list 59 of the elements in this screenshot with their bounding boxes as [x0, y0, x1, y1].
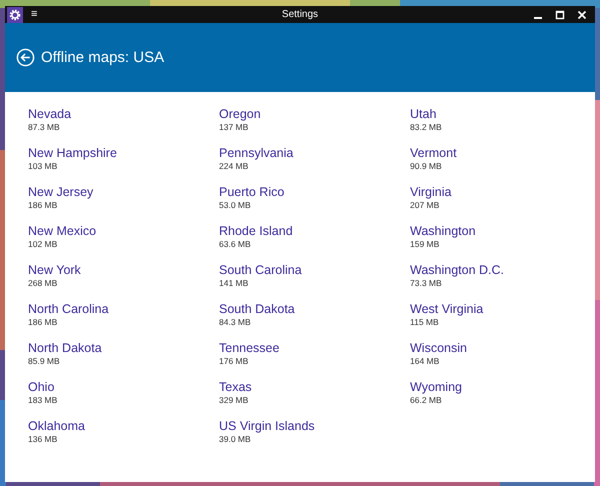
map-size: 224 MB — [219, 161, 248, 172]
map-size: 39.0 MB — [219, 434, 251, 445]
map-size: 186 MB — [28, 200, 58, 211]
map-size: 90.9 MB — [410, 161, 442, 172]
map-name-link[interactable]: New Hampshire — [28, 145, 117, 161]
maximize-icon[interactable] — [555, 10, 565, 20]
map-name-link[interactable]: Washington — [410, 223, 476, 239]
map-name-link[interactable]: Vermont — [410, 145, 457, 161]
map-size: 84.3 MB — [219, 317, 251, 328]
map-size: 53.0 MB — [219, 200, 251, 211]
map-name-link[interactable]: US Virgin Islands — [219, 418, 315, 434]
map-name-link[interactable]: Pennsylvania — [219, 145, 294, 161]
map-size: 329 MB — [219, 395, 248, 406]
map-size: 186 MB — [28, 317, 58, 328]
map-size: 85.9 MB — [28, 356, 60, 367]
map-name-link[interactable]: Oregon — [219, 106, 261, 122]
map-name-link[interactable]: North Dakota — [28, 340, 102, 356]
window-title: Settings — [280, 9, 320, 20]
map-size: 207 MB — [410, 200, 440, 211]
map-name-link[interactable]: Virginia — [410, 184, 452, 200]
map-size: 102 MB — [28, 239, 58, 250]
map-size: 164 MB — [410, 356, 440, 367]
page-title: Offline maps: USA — [41, 49, 164, 66]
map-size: 141 MB — [219, 278, 248, 289]
map-name-link[interactable]: Nevada — [28, 106, 72, 122]
back-icon[interactable] — [16, 48, 35, 67]
map-name-link[interactable]: Texas — [219, 379, 252, 395]
map-size: 268 MB — [28, 278, 58, 289]
map-name-link[interactable]: Puerto Rico — [219, 184, 284, 200]
map-size: 63.6 MB — [219, 239, 251, 250]
map-name-link[interactable]: Ohio — [28, 379, 54, 395]
map-size: 176 MB — [219, 356, 248, 367]
map-size: 83.2 MB — [410, 122, 442, 133]
map-size: 66.2 MB — [410, 395, 442, 406]
map-name-link[interactable]: Oklahoma — [28, 418, 85, 434]
menu-button[interactable]: ≡ — [31, 9, 38, 20]
map-size: 115 MB — [410, 317, 439, 328]
map-name-link[interactable]: South Dakota — [219, 301, 295, 317]
map-size: 137 MB — [219, 122, 248, 133]
gear-icon — [7, 6, 23, 22]
map-name-link[interactable]: West Virginia — [410, 301, 484, 317]
map-size: 159 MB — [410, 239, 440, 250]
map-name-link[interactable]: New York — [28, 262, 81, 278]
map-size: 183 MB — [28, 395, 58, 406]
map-size: 136 MB — [28, 434, 58, 445]
map-name-link[interactable]: Utah — [410, 106, 436, 122]
map-name-link[interactable]: South Carolina — [219, 262, 302, 278]
map-name-link[interactable]: New Jersey — [28, 184, 94, 200]
map-size: 73.3 MB — [410, 278, 442, 289]
map-name-link[interactable]: Wisconsin — [410, 340, 467, 356]
map-name-link[interactable]: Rhode Island — [219, 223, 293, 239]
map-name-link[interactable]: Washington D.C. — [410, 262, 504, 278]
map-size: 87.3 MB — [28, 122, 60, 133]
map-size: 103 MB — [28, 161, 58, 172]
map-name-link[interactable]: Tennessee — [219, 340, 280, 356]
map-name-link[interactable]: North Carolina — [28, 301, 109, 317]
map-name-link[interactable]: Wyoming — [410, 379, 462, 395]
close-icon[interactable] — [577, 10, 587, 20]
map-name-link[interactable]: New Mexico — [28, 223, 96, 239]
